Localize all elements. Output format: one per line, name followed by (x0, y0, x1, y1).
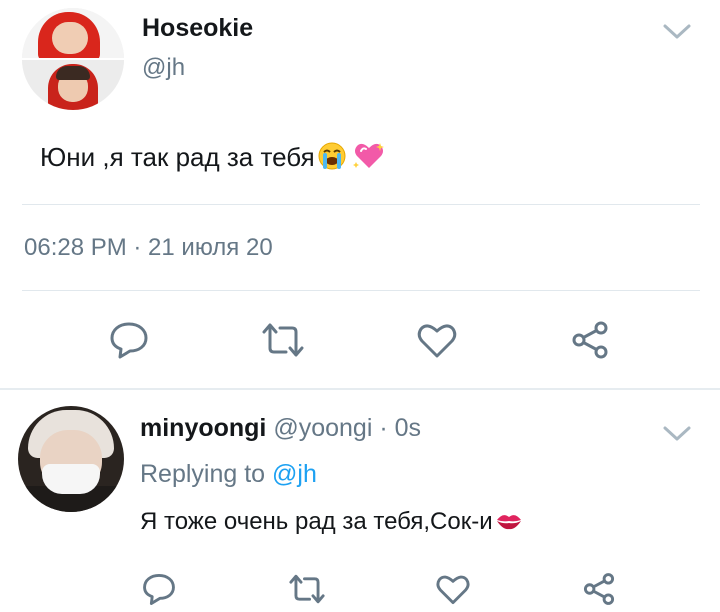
chevron-down-icon[interactable] (662, 424, 692, 444)
reply-icon (141, 572, 177, 606)
kiss-mark-emoji (495, 510, 523, 532)
tweet-text-content: Юни ,я так рад за тебя (40, 142, 315, 172)
replying-to: Replying to @jh (140, 460, 317, 489)
reply-button[interactable] (106, 317, 152, 363)
reply-button[interactable] (136, 566, 182, 612)
heart-icon (416, 320, 458, 360)
share-icon (569, 320, 611, 360)
like-button[interactable] (430, 566, 476, 612)
chevron-down-icon[interactable] (662, 22, 692, 42)
heart-icon (435, 572, 471, 606)
share-button[interactable] (567, 317, 613, 363)
main-tweet: Hoseokie @jh Юни ,я так рад за тебя 06:2… (0, 0, 720, 388)
loudly-crying-face-emoji (317, 141, 347, 171)
retweet-button[interactable] (260, 317, 306, 363)
replying-to-label: Replying to (140, 460, 266, 488)
author-name[interactable]: minyoongi (140, 414, 266, 442)
reply-icon (108, 320, 150, 360)
retweet-icon (287, 572, 327, 606)
tweet-text: Я тоже очень рад за тебя,Сок-и (140, 508, 523, 536)
avatar[interactable] (22, 8, 124, 110)
retweet-icon (260, 320, 306, 360)
divider (22, 290, 700, 291)
tweet-separator (0, 388, 720, 390)
avatar-face (52, 22, 88, 54)
share-icon (581, 572, 617, 606)
avatar[interactable] (18, 406, 124, 512)
mention-link[interactable]: @jh (272, 460, 317, 488)
retweet-button[interactable] (284, 566, 330, 612)
avatar-mask (42, 464, 100, 494)
timestamp[interactable]: 06:28 PM · 21 июля 20 (24, 234, 273, 262)
tweet-text-content: Я тоже очень рад за тебя,Сок-и (140, 508, 493, 535)
divider (22, 204, 700, 205)
sparkling-heart-emoji (352, 141, 385, 171)
avatar-hair (56, 66, 90, 80)
author-handle-time[interactable]: @yoongi · 0s (273, 414, 421, 442)
like-button[interactable] (414, 317, 460, 363)
reply-header: minyoongi @yoongi · 0s (140, 414, 421, 443)
share-button[interactable] (576, 566, 622, 612)
tweet-text: Юни ,я так рад за тебя (40, 141, 385, 173)
author-handle[interactable]: @jh (142, 54, 185, 82)
author-name[interactable]: Hoseokie (142, 14, 253, 43)
